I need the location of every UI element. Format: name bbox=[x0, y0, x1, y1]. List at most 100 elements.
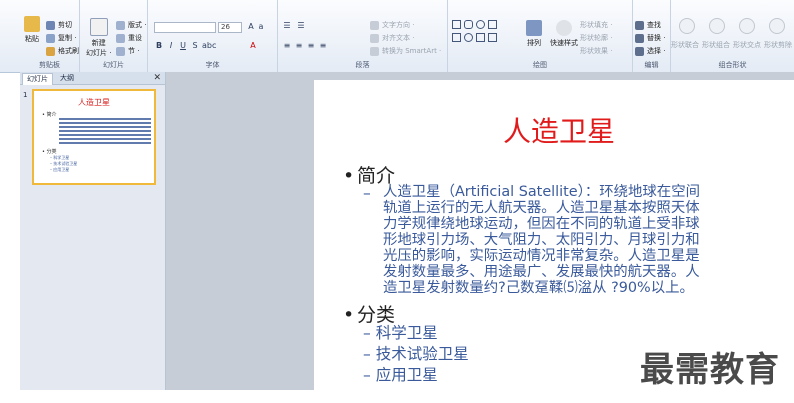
bullet-categories[interactable]: • 分类 bbox=[343, 300, 395, 327]
oval-shape-icon[interactable] bbox=[476, 20, 485, 29]
bullet-categories-label: 分类 bbox=[357, 304, 396, 326]
font-name-box[interactable] bbox=[154, 22, 216, 33]
paragraph-label: 段落 bbox=[355, 61, 370, 69]
font-color-icon[interactable]: A bbox=[248, 41, 258, 51]
oval-shape-icon-2[interactable] bbox=[464, 33, 473, 42]
thumb-paragraph bbox=[59, 118, 151, 146]
paragraph-group: ☰ ☰ ≡ ≡ ≡ ≡ 文字方向 · 对齐文本 · 转换为 SmartArt ·… bbox=[278, 0, 448, 72]
align-left-icon[interactable]: ≡ bbox=[282, 41, 292, 51]
shrink-font-icon[interactable]: a bbox=[256, 22, 266, 32]
replace-icon bbox=[635, 33, 644, 43]
category-item[interactable]: – 技术试验卫星 bbox=[363, 346, 469, 362]
select-label: 选择 · bbox=[647, 47, 666, 55]
replace-button[interactable]: 替换 · bbox=[635, 33, 665, 43]
intro-line: 形地球引力场、大气阻力、太阳引力、月球引力和 bbox=[383, 232, 700, 248]
convert-smartart-button[interactable]: 转换为 SmartArt · bbox=[370, 46, 441, 56]
category-item[interactable]: – 科学卫星 bbox=[363, 325, 438, 341]
align-center-icon[interactable]: ≡ bbox=[294, 41, 304, 51]
tab-outline[interactable]: 大纲 bbox=[56, 73, 78, 84]
reset-button[interactable]: 重设 bbox=[116, 33, 142, 43]
slide-thumbnail[interactable]: 人造卫星 • 简介 • 分类 – 科学卫星 – 技术试验卫星 – 应用卫星 bbox=[32, 89, 156, 185]
new-slide-label: 新建 bbox=[91, 39, 106, 47]
shape-effects-button[interactable]: 形状效果 · bbox=[580, 46, 612, 56]
layout-button[interactable]: 版式 · bbox=[116, 20, 146, 30]
paste-button[interactable]: 粘贴 bbox=[24, 16, 40, 44]
shape-fill-button[interactable]: 形状填充 · bbox=[580, 20, 612, 30]
quick-styles-button[interactable]: 快速样式 bbox=[550, 20, 578, 48]
intro-paragraph[interactable]: 人造卫星（Artificial Satellite）：环绕地球在空间 轨道上运行… bbox=[383, 184, 783, 296]
arrow-shape-icon[interactable] bbox=[476, 33, 485, 42]
clipboard-label: 剪贴板 bbox=[39, 61, 60, 69]
intro-line: 光压的影响，实际运动情况非常复杂。人造卫星是 bbox=[383, 248, 700, 264]
find-label: 查找 bbox=[647, 21, 661, 29]
reset-label: 重设 bbox=[128, 34, 142, 42]
bullet-dot-icon: • bbox=[343, 304, 355, 326]
shape-union-icon[interactable] bbox=[679, 18, 695, 34]
numbering-icon[interactable]: ☰ bbox=[296, 21, 306, 31]
find-button[interactable]: 查找 bbox=[635, 20, 661, 30]
brush-icon bbox=[46, 46, 55, 56]
category-label: 科学卫星 bbox=[375, 324, 438, 342]
shape-intersect-icon[interactable] bbox=[739, 18, 755, 34]
combine-group: 形状联合 形状组合 形状交点 形状剪除 组合形状 bbox=[671, 0, 794, 72]
new-slide-button[interactable]: 新建 幻灯片 · bbox=[86, 18, 111, 58]
shape-union-label: 形状联合 bbox=[671, 41, 699, 49]
editing-group: 查找 替换 · 选择 · 编辑 bbox=[633, 0, 671, 72]
italic-icon[interactable]: I bbox=[166, 41, 176, 51]
select-button[interactable]: 选择 · bbox=[635, 46, 665, 56]
justify-icon[interactable]: ≡ bbox=[318, 41, 328, 51]
shadow-icon[interactable]: S bbox=[190, 41, 200, 51]
intro-line: 轨道上运行的无人航天器。人造卫星基本按照天体 bbox=[383, 200, 700, 216]
dash-icon: – bbox=[363, 184, 371, 202]
font-size-box[interactable]: 26 bbox=[218, 22, 242, 33]
intro-line: 人造卫星（Artificial Satellite）：环绕地球在空间 bbox=[383, 184, 700, 200]
shape-combine-label: 形状组合 bbox=[702, 41, 730, 49]
shape-subtract-icon[interactable] bbox=[769, 18, 785, 34]
ribbon: 粘贴 剪切 复制 · 格式刷 剪贴板 新建 幻灯片 · 版式 · 重设 节 · … bbox=[0, 0, 794, 73]
slide-number: 1 bbox=[23, 91, 28, 99]
format-painter-button[interactable]: 格式刷 bbox=[46, 46, 79, 56]
scissors-icon bbox=[46, 20, 55, 30]
close-icon[interactable]: ✕ bbox=[153, 72, 161, 84]
layout-icon bbox=[116, 20, 125, 30]
rectangle-shape-icon-2[interactable] bbox=[452, 33, 461, 42]
category-item[interactable]: – 应用卫星 bbox=[363, 367, 438, 383]
slides-label: 幻灯片 bbox=[103, 61, 124, 69]
triangle-shape-icon[interactable] bbox=[488, 20, 497, 29]
text-direction-label: 文字方向 · bbox=[382, 21, 415, 29]
grow-font-icon[interactable]: A bbox=[246, 22, 256, 32]
cut-button[interactable]: 剪切 bbox=[46, 20, 72, 30]
text-direction-button[interactable]: 文字方向 · bbox=[370, 20, 414, 30]
copy-label: 复制 · bbox=[58, 34, 77, 42]
intro-line: 发射数量最多、用途最广、发展最快的航天器。人 bbox=[383, 264, 700, 280]
rectangle-shape-icon[interactable] bbox=[452, 20, 461, 29]
pane-tabs: 幻灯片 大纲 ✕ bbox=[20, 72, 165, 85]
slide-title[interactable]: 人造卫星 bbox=[314, 110, 794, 150]
tab-slides[interactable]: 幻灯片 bbox=[22, 73, 53, 85]
slides-pane: 幻灯片 大纲 ✕ 1 人造卫星 • 简介 • 分类 – 科学卫星 – 技术试验卫… bbox=[20, 72, 166, 390]
copy-button[interactable]: 复制 · bbox=[46, 33, 76, 43]
thumb-item-intro: • 简介 bbox=[42, 112, 57, 118]
shape-effects-label: 形状效果 · bbox=[580, 47, 613, 55]
font-label: 字体 bbox=[205, 61, 220, 69]
editing-label: 编辑 bbox=[644, 61, 659, 69]
align-right-icon[interactable]: ≡ bbox=[306, 41, 316, 51]
shape-outline-button[interactable]: 形状轮廓 · bbox=[580, 33, 612, 43]
arrange-button[interactable]: 排列 bbox=[526, 20, 542, 48]
bullets-icon[interactable]: ☰ bbox=[282, 21, 292, 31]
drawing-group: 排列 快速样式 形状填充 · 形状轮廓 · 形状效果 · 绘图 bbox=[448, 0, 633, 72]
underline-icon[interactable]: U bbox=[178, 41, 188, 51]
bold-icon[interactable]: B bbox=[154, 41, 164, 51]
arrange-label: 排列 bbox=[527, 39, 541, 47]
align-text-button[interactable]: 对齐文本 · bbox=[370, 33, 414, 43]
rounded-rect-shape-icon[interactable] bbox=[464, 20, 473, 29]
shape-combine-icon[interactable] bbox=[709, 18, 725, 34]
section-button[interactable]: 节 · bbox=[116, 46, 139, 56]
strike-icon[interactable]: abc bbox=[202, 41, 216, 51]
text-direction-icon bbox=[370, 20, 379, 30]
shape-outline-label: 形状轮廓 · bbox=[580, 34, 613, 42]
star-shape-icon[interactable] bbox=[488, 33, 497, 42]
shape-fill-label: 形状填充 · bbox=[580, 21, 613, 29]
section-label: 节 · bbox=[128, 47, 140, 55]
thumb-title: 人造卫星 bbox=[78, 98, 110, 107]
